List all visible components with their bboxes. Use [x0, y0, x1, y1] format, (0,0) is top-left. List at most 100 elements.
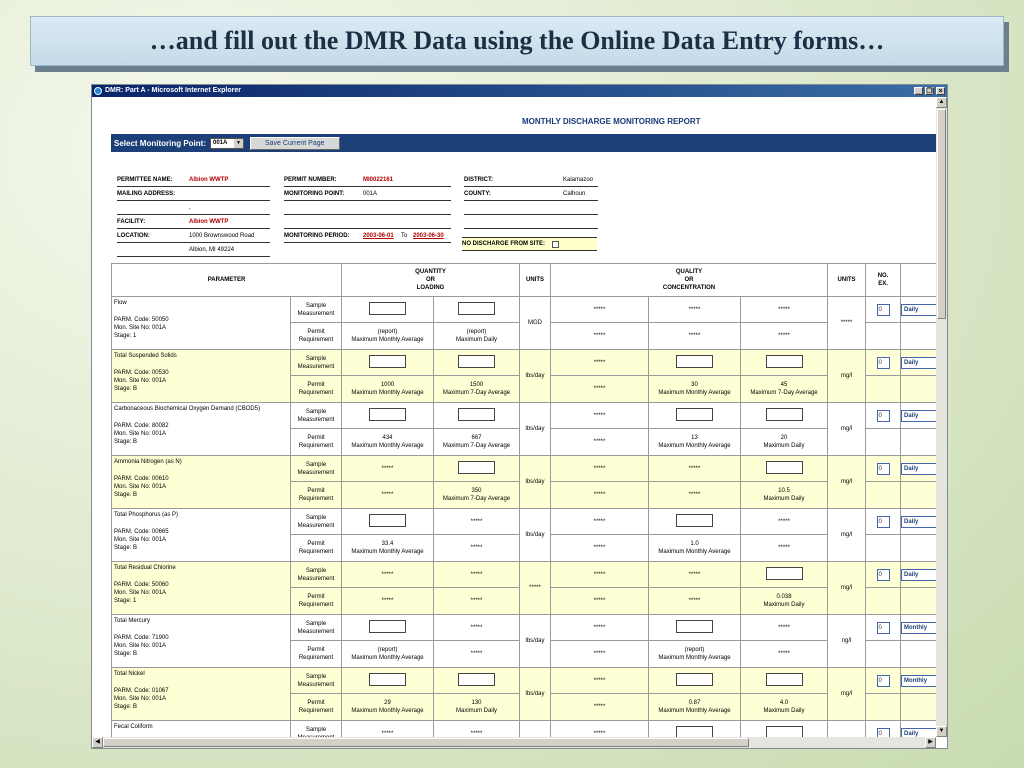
no-ex-input[interactable]: 0 [876, 409, 890, 422]
frequency-field[interactable]: Daily [901, 356, 936, 369]
quality-cell-1: ***** [550, 349, 650, 376]
scroll-right-icon[interactable]: ▶ [925, 737, 936, 748]
table-row: Total Phosphorus (as P) PARM. Code: 00665… [111, 508, 936, 562]
permit-requirement-text: 10.5 [778, 488, 790, 494]
measurement-input[interactable] [369, 355, 406, 368]
frequency-field[interactable]: Daily [901, 515, 936, 528]
quality-units: mg/l [827, 561, 867, 615]
frequency-field[interactable]: Daily [901, 462, 936, 475]
permit-requirement-text: ***** [778, 651, 790, 657]
vertical-scroll-thumb[interactable] [937, 109, 946, 319]
permit-quantity-2: 667 Maximum 7-Day Average [432, 428, 521, 456]
quality-cell-2 [648, 720, 742, 737]
save-current-page-button[interactable]: Save Current Page [250, 136, 340, 150]
measurement-input[interactable] [676, 355, 714, 368]
measurement-input[interactable] [458, 302, 495, 315]
quantity-cell-1: ***** [341, 561, 434, 588]
measurement-input[interactable] [765, 567, 803, 580]
no-discharge-checkbox[interactable] [552, 240, 560, 248]
parameter-cell: Carbonaceous Biochemical Oxygen Demand (… [111, 402, 291, 456]
measurement-input[interactable] [458, 461, 495, 474]
permit-quantity-1: ***** [341, 481, 434, 509]
scroll-down-icon[interactable]: ▼ [936, 726, 947, 737]
sample-measurement-label: SampleMeasurement [290, 667, 342, 694]
period-end-link[interactable]: 2003-06-30 [413, 233, 444, 239]
horizontal-scroll-thumb[interactable] [103, 738, 749, 747]
monitoring-site: Mon. Site No: 001A [114, 378, 167, 384]
quality-cell-2 [648, 667, 742, 694]
table-row: Fecal Coliform SampleMeasurement ***** ****… [111, 720, 936, 737]
measurement-input[interactable] [369, 302, 406, 315]
monitoring-site: Mon. Site No: 001A [114, 643, 167, 649]
no-ex-input[interactable]: 0 [876, 621, 890, 634]
permit-requirement-text: ***** [593, 651, 606, 657]
frequency-field[interactable]: Daily [901, 568, 936, 581]
frequency-field[interactable]: Daily [901, 303, 936, 316]
frequency-field[interactable]: Monthly [901, 674, 936, 687]
no-ex-input[interactable]: 0 [876, 356, 890, 369]
no-ex-cell: 0 [865, 667, 902, 694]
frequency-field[interactable]: Daily [901, 409, 936, 422]
horizontal-scrollbar[interactable]: ◀ ▶ [92, 737, 936, 748]
measurement-input[interactable] [676, 514, 714, 527]
parameter-cell: Total Nickel PARM. Code: 01067 Mon. Site N… [111, 667, 291, 721]
permit-number-label: PERMIT NUMBER: [284, 177, 337, 183]
frequency-cell: Daily [900, 455, 936, 482]
permit-requirement-label: Permit Requirement [290, 693, 342, 721]
frequency-cell: Daily [900, 296, 936, 323]
monitoring-site: Mon. Site No: 001A [114, 696, 167, 702]
measurement-input[interactable] [765, 461, 803, 474]
permit-requirement-text: Maximum Daily [763, 708, 805, 714]
permit-requirement-text: 30 [691, 382, 698, 388]
no-ex-input[interactable]: 0 [876, 515, 890, 528]
measurement-input[interactable] [765, 408, 803, 421]
na-mark: ***** [593, 465, 606, 472]
measurement-input[interactable] [676, 726, 714, 737]
permit-quality-2: 13 Maximum Monthly Average [648, 428, 742, 456]
chevron-down-icon[interactable]: ▼ [234, 138, 243, 148]
no-ex-cell: 0 [865, 614, 902, 641]
no-ex-input[interactable]: 0 [876, 462, 890, 475]
measurement-input[interactable] [458, 408, 495, 421]
permit-quality-3: 45 Maximum 7-Day Average [740, 375, 829, 403]
measurement-input[interactable] [765, 726, 803, 737]
table-row: Ammonia Nitrogen (as N) PARM. Code: 00610… [111, 455, 936, 509]
frequency-field[interactable]: Daily [901, 727, 936, 737]
vertical-scrollbar[interactable]: ▲ ▼ [936, 97, 947, 737]
period-start-link[interactable]: 2003-06-01 [363, 233, 394, 239]
quantity-units: lbs/day [519, 667, 552, 721]
measurement-input[interactable] [369, 514, 406, 527]
permit-requirement-text: 434 [382, 435, 393, 441]
no-ex-input[interactable]: 0 [876, 727, 890, 737]
measurement-input[interactable] [458, 355, 495, 368]
permit-requirement-label: Permit Requirement [290, 587, 342, 615]
minimize-button[interactable]: _ [914, 87, 923, 95]
measurement-input[interactable] [369, 408, 406, 421]
quality-cell-3 [740, 455, 829, 482]
quantity-cell-2: ***** [432, 561, 521, 588]
measurement-input[interactable] [369, 620, 406, 633]
monitoring-point-select[interactable]: 001A ▼ [210, 137, 244, 149]
quantity-units: MGD [519, 296, 552, 350]
scroll-left-icon[interactable]: ◀ [92, 737, 103, 748]
measurement-input[interactable] [369, 673, 406, 686]
quantity-cell-1 [341, 296, 434, 323]
measurement-input[interactable] [765, 355, 803, 368]
permit-quality-3: 4.0 Maximum Daily [740, 693, 829, 721]
scroll-up-icon[interactable]: ▲ [936, 97, 947, 108]
measurement-input[interactable] [676, 673, 714, 686]
measurement-input[interactable] [765, 673, 803, 686]
no-ex-input[interactable]: 0 [876, 568, 890, 581]
no-ex-input[interactable]: 0 [876, 674, 890, 687]
close-button[interactable]: × [936, 87, 945, 95]
frequency-field[interactable]: Monthly [901, 621, 936, 634]
measurement-input[interactable] [458, 673, 495, 686]
measurement-input[interactable] [676, 408, 714, 421]
na-mark: ***** [688, 571, 701, 578]
no-ex-input[interactable]: 0 [876, 303, 890, 316]
county-value: Calhoun [563, 191, 586, 197]
restore-button[interactable]: ❐ [925, 87, 934, 95]
quantity-cell-2 [432, 455, 521, 482]
measurement-input[interactable] [676, 620, 714, 633]
location-label: LOCATION: [117, 233, 150, 239]
